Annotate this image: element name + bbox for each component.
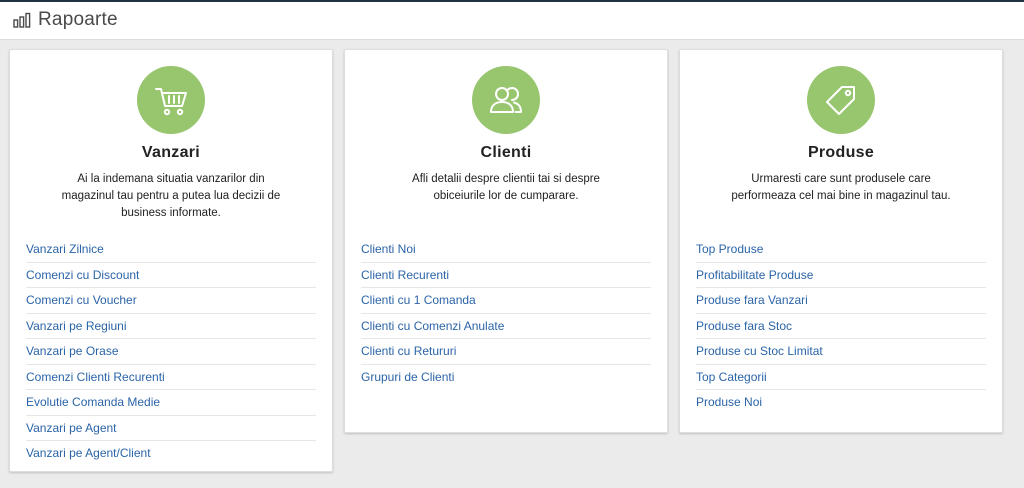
report-link[interactable]: Clienti cu Retururi [361,339,651,365]
report-link[interactable]: Vanzari pe Regiuni [26,314,316,339]
card-description: Afli detalii despre clientii tai si desp… [412,173,600,202]
card-title: Vanzari [141,144,201,161]
card-description: Ai la indemana situatia vanzarilor din m… [61,173,281,219]
report-link[interactable]: Grupuri de Clienti [361,365,651,390]
report-link[interactable]: Comenzi cu Discount [26,263,316,288]
top-bar: Rapoarte [0,0,1024,40]
report-link[interactable]: Vanzari pe Agent/Client [26,441,316,466]
report-links: Vanzari Zilnice Comenzi cu Discount Come… [26,237,316,466]
report-link[interactable]: Clienti cu Comenzi Anulate [361,314,651,339]
report-link[interactable]: Clienti Recurenti [361,263,651,288]
report-link[interactable]: Produse Noi [696,390,986,415]
report-link[interactable]: Clienti Noi [361,237,651,263]
users-icon [472,66,540,134]
report-link[interactable]: Comenzi Clienti Recurenti [26,365,316,390]
report-link[interactable]: Produse fara Vanzari [696,288,986,314]
report-link[interactable]: Produse cu Stoc Limitat [696,339,986,365]
report-link[interactable]: Vanzari Zilnice [26,237,316,263]
card-title: Produse [807,144,875,161]
report-link[interactable]: Top Categorii [696,365,986,390]
report-links: Top Produse Profitabilitate Produse Prod… [696,237,986,415]
report-links: Clienti Noi Clienti Recurenti Clienti cu… [361,237,651,389]
page-header: Rapoarte [13,8,118,32]
report-link[interactable]: Comenzi cu Voucher [26,288,316,314]
card-produse: Produse Urmaresti care sunt produsele ca… [679,49,1003,433]
card-clienti: Clienti Afli detalii despre clientii tai… [344,49,668,433]
report-link[interactable]: Vanzari pe Agent [26,416,316,441]
page-title: Rapoarte [38,9,118,30]
card-title: Clienti [480,144,532,161]
report-link[interactable]: Top Produse [696,237,986,263]
tag-icon [807,66,875,134]
report-link[interactable]: Produse fara Stoc [696,314,986,339]
card-vanzari: Vanzari Ai la indemana situatia vanzaril… [9,49,333,472]
report-link[interactable]: Evolutie Comanda Medie [26,390,316,416]
report-link[interactable]: Profitabilitate Produse [696,263,986,288]
card-description: Urmaresti care sunt produsele care perfo… [731,173,951,202]
bar-chart-icon [13,10,33,30]
report-link[interactable]: Vanzari pe Orase [26,339,316,365]
shopping-cart-icon [137,66,205,134]
report-link[interactable]: Clienti cu 1 Comanda [361,288,651,314]
